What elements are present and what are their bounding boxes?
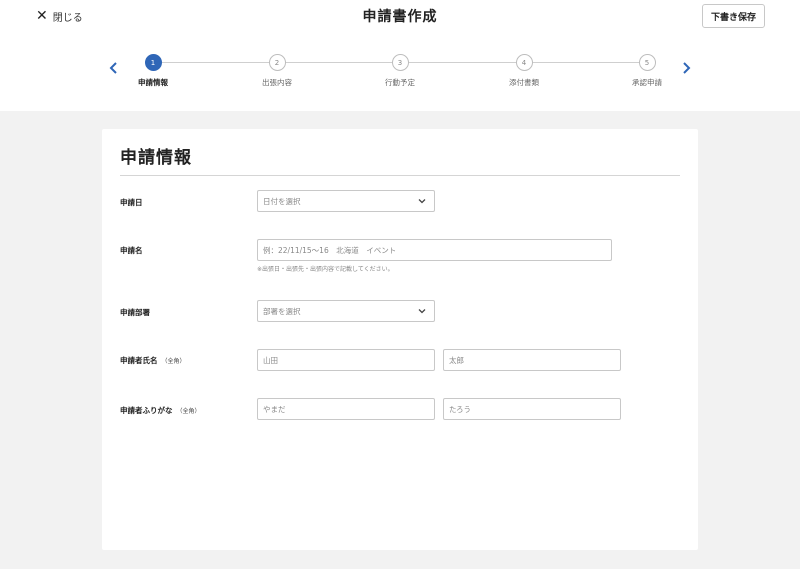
chevron-down-icon — [418, 309, 426, 314]
chevron-down-icon — [418, 199, 426, 204]
first-name-placeholder: 太郎 — [449, 355, 464, 365]
applicant-name-note: （全角） — [161, 358, 186, 365]
step-label: 行動予定 — [385, 78, 415, 87]
step-number: 5 — [638, 54, 656, 71]
step-3[interactable]: 3 行動予定 — [360, 54, 440, 88]
applicant-kana-label-text: 申請者ふりがな — [120, 406, 173, 415]
step-4[interactable]: 4 添付書類 — [484, 54, 564, 88]
first-name-kana-placeholder: たろう — [449, 404, 472, 414]
step-label: 添付書類 — [509, 78, 539, 87]
application-name-hint: ※出張日・出張先・出張内容で記載してください。 — [257, 266, 394, 273]
last-name-kana-input[interactable]: やまだ — [257, 398, 435, 420]
applicant-kana-label: 申請者ふりがな （全角） — [120, 405, 201, 416]
divider — [120, 175, 680, 176]
step-1[interactable]: 1 申請情報 — [113, 54, 193, 88]
first-name-input[interactable]: 太郎 — [443, 349, 621, 371]
step-2[interactable]: 2 出張内容 — [237, 54, 317, 88]
step-label: 承認申請 — [632, 78, 662, 87]
step-number: 4 — [515, 54, 533, 71]
last-name-kana-placeholder: やまだ — [263, 404, 286, 414]
application-name-input[interactable]: 例：22/11/15〜16 北海道 イベント — [257, 239, 612, 261]
applicant-name-label-text: 申請者氏名 — [120, 356, 158, 365]
last-name-placeholder: 山田 — [263, 355, 278, 365]
section-title: 申請情報 — [120, 148, 192, 168]
step-label: 申請情報 — [138, 78, 168, 87]
step-5[interactable]: 5 承認申請 — [607, 54, 687, 88]
application-date-placeholder: 日付を選択 — [263, 196, 301, 206]
last-name-input[interactable]: 山田 — [257, 349, 435, 371]
department-label: 申請部署 — [120, 308, 150, 317]
first-name-kana-input[interactable]: たろう — [443, 398, 621, 420]
step-number: 2 — [268, 54, 286, 71]
applicant-name-label: 申請者氏名 （全角） — [120, 355, 186, 366]
top-bar: ✕ 閉じる 申請書作成 下書き保存 1 申請情報 2 出張内容 3 行動予定 4… — [0, 0, 800, 111]
chevron-right-icon[interactable] — [678, 60, 694, 76]
step-label: 出張内容 — [262, 78, 292, 87]
department-placeholder: 部署を選択 — [263, 306, 301, 316]
step-number: 3 — [391, 54, 409, 71]
page-title: 申請書作成 — [362, 9, 438, 25]
application-date-label: 申請日 — [120, 198, 143, 207]
application-date-select[interactable]: 日付を選択 — [257, 190, 435, 212]
application-name-label: 申請名 — [120, 246, 143, 255]
stepper: 1 申請情報 2 出張内容 3 行動予定 4 添付書類 5 承認申請 — [0, 50, 800, 95]
step-number: 1 — [144, 54, 162, 71]
save-draft-button[interactable]: 下書き保存 — [702, 4, 765, 28]
form-card: 申請情報 申請日 日付を選択 申請名 例：22/11/15〜16 北海道 イベン… — [102, 129, 698, 550]
department-select[interactable]: 部署を選択 — [257, 300, 435, 322]
applicant-kana-note: （全角） — [176, 408, 201, 415]
application-name-placeholder: 例：22/11/15〜16 北海道 イベント — [263, 245, 397, 255]
